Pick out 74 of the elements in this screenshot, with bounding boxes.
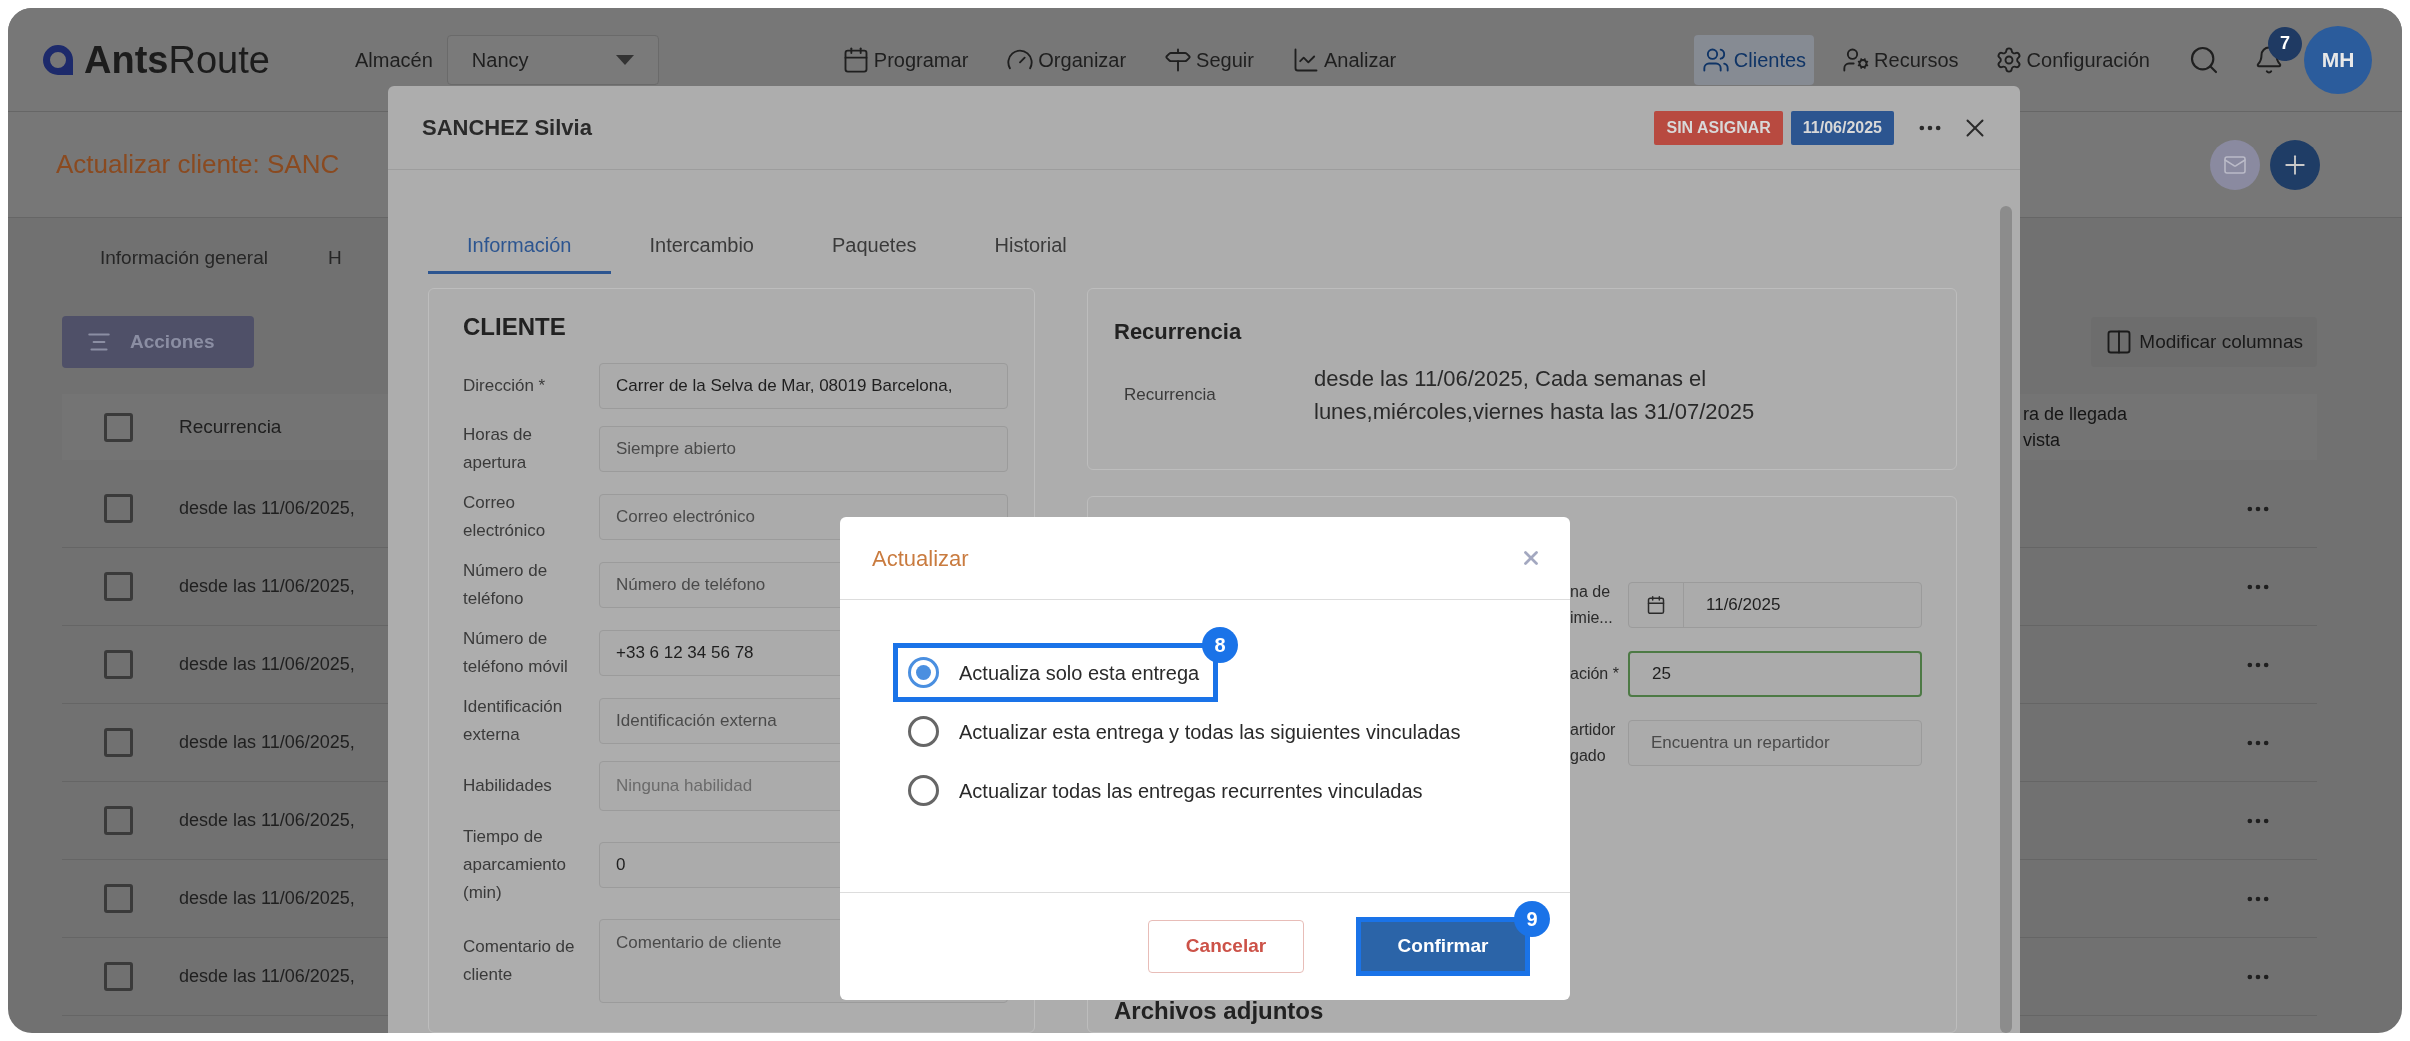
checkbox[interactable]	[104, 572, 133, 601]
page-tab[interactable]: Información general	[100, 243, 268, 273]
table-cell-text: desde las 11/06/2025,	[179, 497, 355, 520]
field-label: Recurrencia	[1123, 384, 1217, 407]
nav-item[interactable]: Seguir	[1156, 34, 1262, 85]
checkbox[interactable]	[104, 806, 133, 835]
scrollbar[interactable]	[2000, 206, 2012, 1033]
notification-count: 7	[2268, 26, 2302, 61]
card-title: Recurrencia	[1114, 318, 1243, 346]
table-cell-text: desde las 11/06/2025,	[179, 809, 355, 832]
input-field[interactable]: Carrer de la Selva de Mar, 08019 Barcelona,	[599, 363, 1008, 409]
field-label: Horas de apertura	[463, 424, 533, 474]
card-title: Archivos adjuntos	[1113, 996, 1325, 1026]
recurrence-text: desde las 11/06/2025, Cada semanas el lunes,miércoles,viernes hasta las 31/07/2025	[1314, 365, 1756, 426]
tour-step-tooltip: 8	[1202, 627, 1239, 663]
checkbox[interactable]	[104, 412, 133, 442]
field-label: Comentario de cliente	[463, 936, 576, 986]
input-field[interactable]: Siempre abierto	[599, 426, 1008, 472]
checkbox[interactable]	[104, 962, 133, 991]
field-label: na de imie...	[1570, 582, 1614, 628]
field-label: Número de teléfono	[463, 560, 549, 610]
columns-button[interactable]: Modificar columnas	[2091, 317, 2317, 367]
checkbox[interactable]	[104, 728, 133, 757]
status-badge: 11/06/2025	[1790, 110, 1894, 145]
panel-tab[interactable]: Paquetes	[793, 218, 956, 274]
field-label: Identificación externa	[463, 696, 564, 746]
nav-item[interactable]: Configuración	[1986, 34, 2158, 85]
panel-tab[interactable]: Intercambio	[610, 218, 793, 274]
radio-button[interactable]	[908, 657, 939, 688]
checkbox[interactable]	[104, 884, 133, 913]
nav-item[interactable]: Organizar	[998, 34, 1135, 85]
panel-tab[interactable]: Historial	[955, 218, 1106, 274]
logo-text: AntsRoute	[84, 40, 270, 79]
warehouse-label: Almacén	[355, 47, 433, 73]
column-header: Recurrencia	[179, 414, 282, 439]
input-field[interactable]: 25	[1628, 651, 1922, 697]
warehouse-dropdown[interactable]: Nancy	[446, 34, 659, 85]
nav-item[interactable]: Analizar	[1283, 34, 1405, 85]
panel-tab[interactable]: Información	[428, 218, 611, 274]
table-cell-text: desde las 11/06/2025,	[179, 887, 355, 910]
caret-icon	[615, 54, 634, 65]
table-cell-text: desde las 11/06/2025,	[179, 965, 355, 988]
calendar-icon	[1646, 595, 1666, 615]
table-cell-text: desde las 11/06/2025,	[179, 575, 355, 598]
checkbox[interactable]	[104, 650, 133, 679]
field-label: Tiempo de aparcamiento (min)	[463, 826, 567, 904]
status-badge: SIN ASIGNAR	[1654, 110, 1783, 145]
panel-title: SANCHEZ Silvia	[422, 114, 592, 142]
table-cell-text: desde las 11/06/2025,	[179, 731, 355, 754]
user-avatar[interactable]: MH	[2304, 25, 2372, 94]
input-field[interactable]: Encuentra un repartidor	[1628, 720, 1922, 766]
add-button[interactable]	[2270, 139, 2320, 190]
radio-button[interactable]	[908, 716, 939, 747]
mail-button[interactable]	[2210, 139, 2260, 190]
column-header: ra de llegada vista	[2023, 403, 2129, 452]
actions-button[interactable]: Acciones	[62, 316, 254, 368]
page-tab[interactable]: H	[327, 243, 342, 273]
tour-step-tooltip: 9	[1514, 901, 1550, 937]
page-title: Actualizar cliente: SANC	[56, 148, 340, 181]
field-label: Dirección *	[463, 375, 547, 397]
table-cell-text: desde las 11/06/2025,	[179, 653, 355, 676]
field-label: artidor gado	[1570, 720, 1617, 766]
cancel-button[interactable]: Cancelar	[1148, 920, 1304, 973]
checkbox[interactable]	[104, 494, 133, 523]
date-field[interactable]: 11/6/2025	[1628, 582, 1922, 628]
card-title: CLIENTE	[462, 312, 567, 342]
radio-button[interactable]	[908, 775, 939, 806]
nav-item[interactable]: Programar	[833, 34, 977, 85]
nav-item[interactable]: Recursos	[1834, 34, 1967, 85]
field-label: ación *	[1570, 664, 1620, 684]
field-label: Número de teléfono móvil	[463, 628, 569, 678]
field-label: Habilidades	[463, 775, 553, 797]
nav-item[interactable]: Clientes	[1693, 34, 1815, 85]
field-label: Correo electrónico	[463, 492, 547, 542]
